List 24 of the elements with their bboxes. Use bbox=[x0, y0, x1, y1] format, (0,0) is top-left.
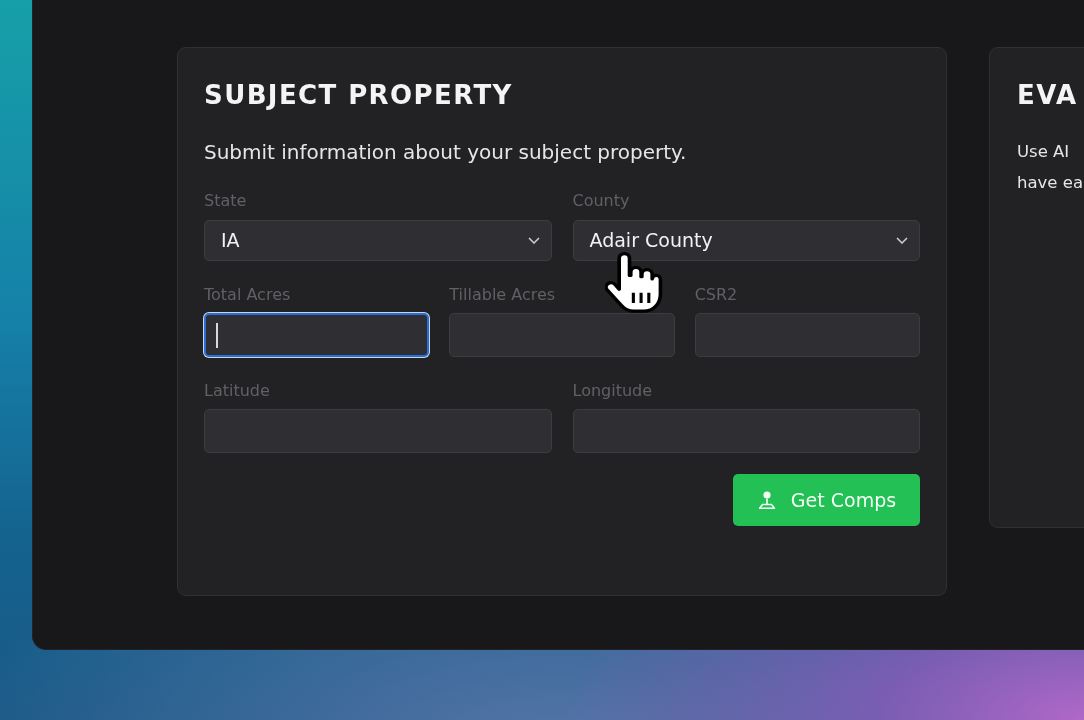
field-label: Tillable Acres bbox=[449, 285, 557, 305]
input-field[interactable] bbox=[204, 313, 430, 357]
chevron-down-icon bbox=[896, 237, 908, 244]
field-label: Total Acres bbox=[204, 285, 292, 305]
field-label: Latitude bbox=[204, 381, 271, 401]
description-line: Use AI bbox=[1017, 141, 1071, 163]
panel-title: EVA bbox=[1017, 79, 1079, 112]
section-title: SUBJECT PROPERTY bbox=[204, 79, 514, 112]
field-label: Longitude bbox=[572, 381, 654, 401]
description-text: Submit information about your subject property. bbox=[204, 139, 688, 165]
dropdown-field[interactable]: IA bbox=[204, 220, 552, 261]
field-label: CSR2 bbox=[694, 285, 739, 305]
field-label: State bbox=[204, 191, 248, 211]
input-field[interactable] bbox=[449, 313, 675, 357]
input-field[interactable] bbox=[694, 313, 920, 357]
field-label: County bbox=[572, 191, 631, 211]
chevron-down-icon bbox=[527, 237, 540, 244]
input-field[interactable] bbox=[204, 409, 552, 453]
input-field[interactable] bbox=[572, 409, 920, 453]
hand-cursor-icon bbox=[605, 252, 663, 313]
text-caret-icon bbox=[216, 323, 218, 348]
map-pin-icon bbox=[756, 490, 777, 510]
description-line: have ea bbox=[1017, 172, 1084, 194]
dropdown-field[interactable]: Adair County bbox=[572, 220, 920, 261]
